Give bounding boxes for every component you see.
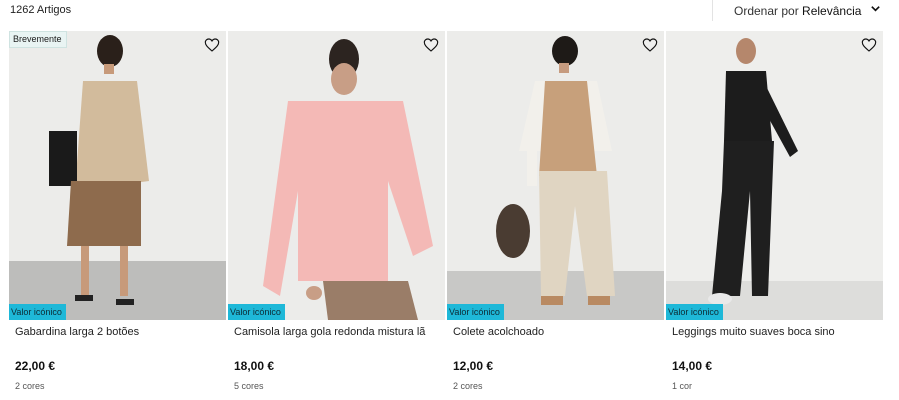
- chevron-down-icon: [871, 6, 880, 12]
- color-count: 2 cores: [15, 381, 45, 391]
- product-image[interactable]: Brevemente Valor icónico: [9, 31, 226, 320]
- iconic-value-badge: Valor icónico: [228, 304, 285, 320]
- sort-label: Ordenar por: [734, 3, 803, 18]
- iconic-value-badge: Valor icónico: [666, 304, 723, 320]
- product-card[interactable]: Valor icónico Leggings muito suaves boca…: [666, 31, 883, 400]
- product-name[interactable]: Colete acolchoado: [453, 326, 544, 338]
- product-image[interactable]: Valor icónico: [228, 31, 445, 320]
- sort-dropdown[interactable]: Ordenar por Relevância: [712, 0, 894, 21]
- product-card[interactable]: Valor icónico Camisola larga gola redond…: [228, 31, 445, 400]
- color-count: 1 cor: [672, 381, 693, 391]
- product-photo-leggings: [666, 31, 883, 320]
- product-card[interactable]: Brevemente Valor icónico Gabardina larga…: [9, 31, 226, 400]
- color-count: 2 cores: [453, 381, 483, 391]
- product-name[interactable]: Gabardina larga 2 botões: [15, 326, 139, 338]
- results-count: 1262 Artigos: [10, 4, 72, 16]
- heart-outline-icon[interactable]: [204, 37, 220, 53]
- iconic-value-badge: Valor icónico: [447, 304, 504, 320]
- product-image[interactable]: Valor icónico: [666, 31, 883, 320]
- heart-outline-icon[interactable]: [423, 37, 439, 53]
- product-price: 14,00 €: [672, 359, 713, 373]
- product-photo-trench: [9, 31, 226, 320]
- sort-value: Relevância: [802, 3, 862, 18]
- product-price: 22,00 €: [15, 359, 56, 373]
- product-card[interactable]: Valor icónico Colete acolchoado 12,00 € …: [447, 31, 664, 400]
- product-photo-vest: [447, 31, 664, 320]
- product-photo-sweater: [228, 31, 445, 320]
- product-price: 12,00 €: [453, 359, 494, 373]
- color-count: 5 cores: [234, 381, 264, 391]
- iconic-value-badge: Valor icónico: [9, 304, 66, 320]
- heart-outline-icon[interactable]: [861, 37, 877, 53]
- heart-outline-icon[interactable]: [642, 37, 658, 53]
- product-name[interactable]: Leggings muito suaves boca sino: [672, 326, 835, 338]
- product-image[interactable]: Valor icónico: [447, 31, 664, 320]
- product-price: 18,00 €: [234, 359, 275, 373]
- product-name[interactable]: Camisola larga gola redonda mistura lã: [234, 326, 425, 338]
- sort-label-wrap: Ordenar por Relevância: [734, 4, 861, 18]
- soon-badge: Brevemente: [9, 31, 67, 48]
